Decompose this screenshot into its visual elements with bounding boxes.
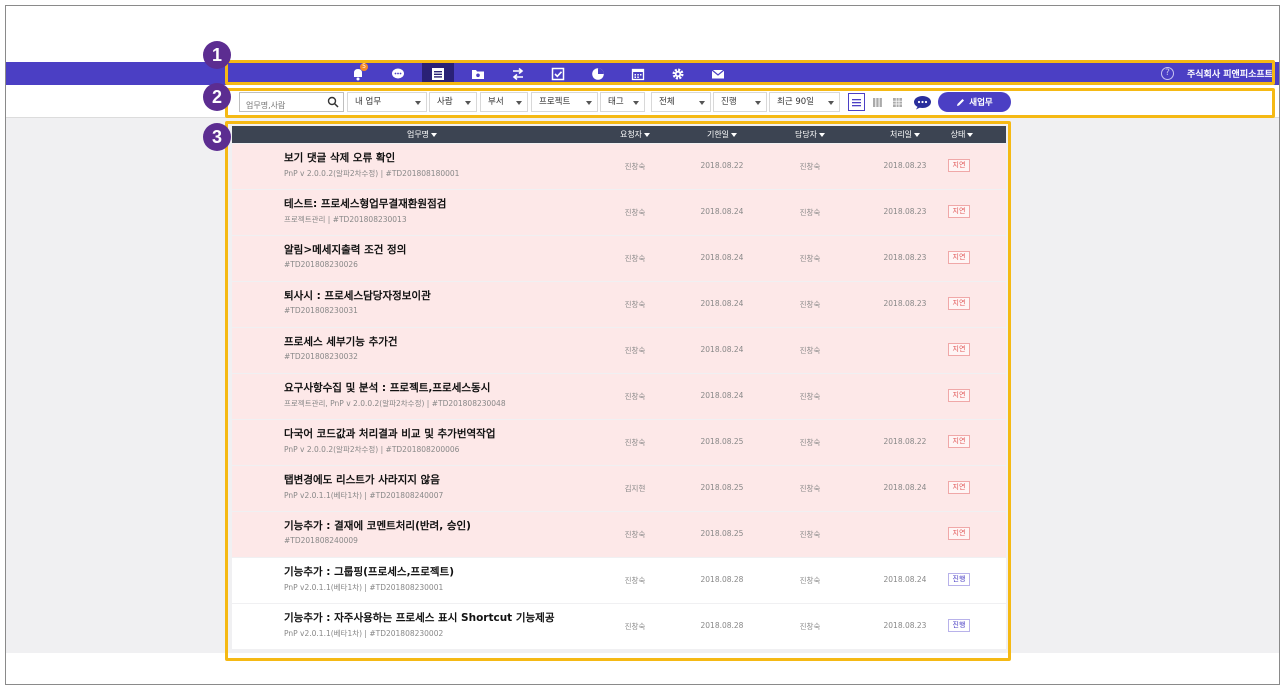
callout-2: 2: [203, 83, 231, 111]
highlight-table: [225, 121, 1011, 661]
callout-3: 3: [203, 123, 231, 151]
highlight-nav: [225, 60, 1275, 85]
highlight-filter: [225, 88, 1275, 118]
callout-1: 1: [203, 41, 231, 69]
